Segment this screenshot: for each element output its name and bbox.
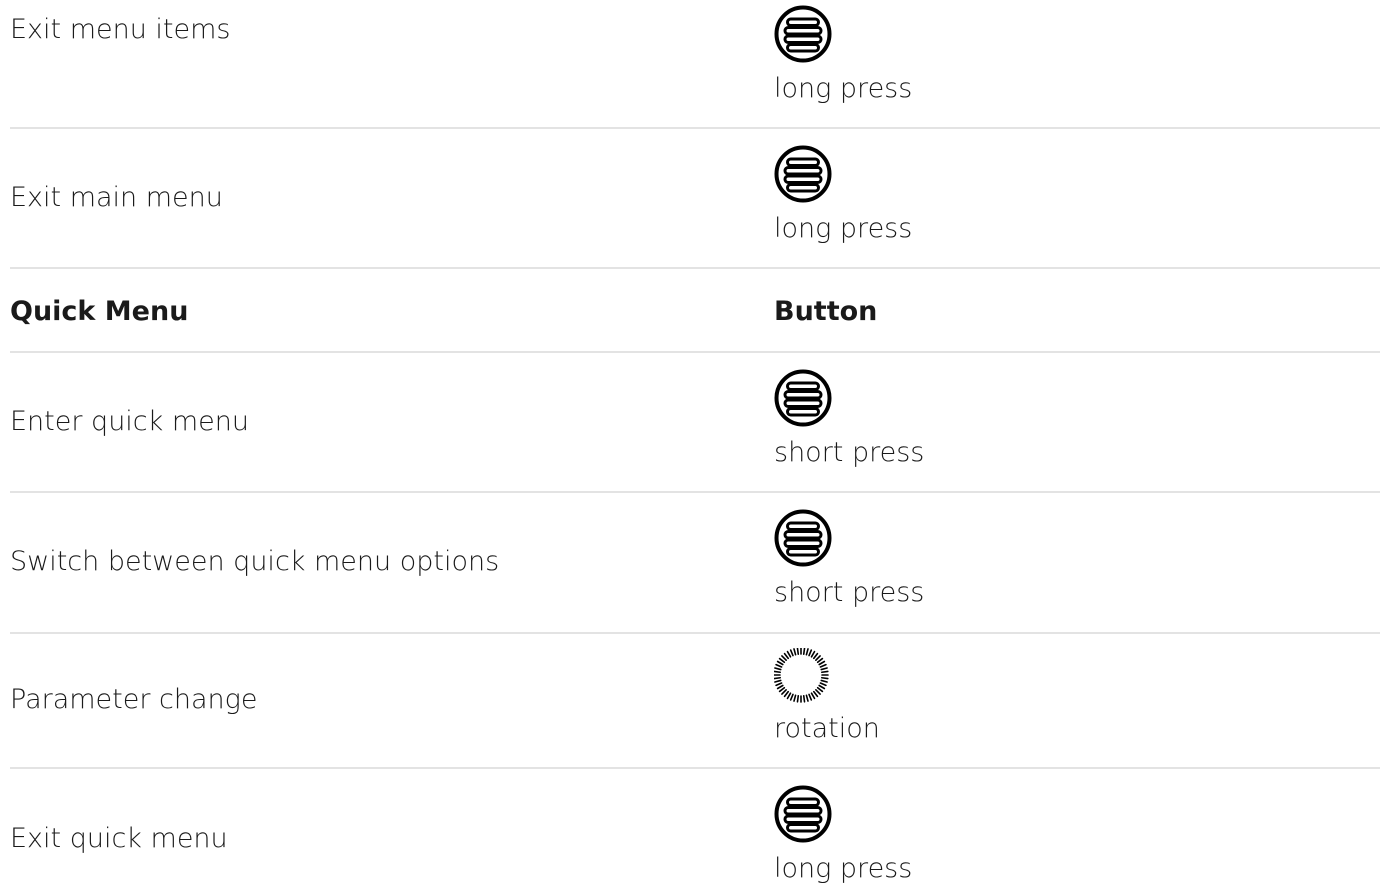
- row-description: Switch between quick menu options: [10, 546, 500, 577]
- table-row: Exit main menu long press: [10, 129, 1380, 268]
- table-row: Exit quick menu long press: [10, 769, 1380, 885]
- button-action-label: long press: [774, 213, 913, 244]
- row-description: Exit quick menu: [10, 823, 228, 854]
- section-title: Quick Menu: [10, 296, 189, 327]
- button-action-label: short press: [774, 437, 925, 468]
- button-action-label: short press: [774, 577, 925, 608]
- row-description: Exit main menu: [10, 182, 223, 213]
- button-action-label: rotation: [774, 713, 880, 744]
- button-action-label: long press: [774, 853, 913, 884]
- table-row: Switch between quick menu options short …: [10, 493, 1380, 633]
- menu-button-icon: [774, 145, 832, 203]
- button-column-header: Button: [774, 296, 878, 327]
- rotation-dial-icon: [774, 648, 832, 706]
- menu-button-icon: [774, 509, 832, 567]
- menu-button-icon: [774, 5, 832, 63]
- table-row: Enter quick menu short press: [10, 353, 1380, 492]
- button-action-label: long press: [774, 73, 913, 104]
- row-description: Parameter change: [10, 684, 258, 715]
- row-description: Enter quick menu: [10, 406, 250, 437]
- table-row: Exit menu items long press: [10, 0, 1380, 128]
- row-description: Exit menu items: [10, 14, 231, 45]
- table-row: Parameter change rotation: [10, 634, 1380, 768]
- section-header-row: Quick Menu Button: [10, 269, 1380, 352]
- menu-button-icon: [774, 785, 832, 843]
- menu-button-icon: [774, 369, 832, 427]
